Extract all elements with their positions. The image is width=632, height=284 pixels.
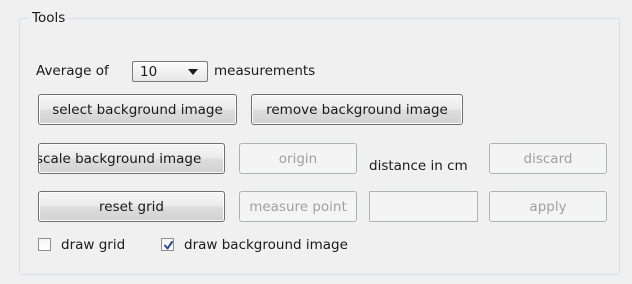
checkmark-icon [164, 241, 173, 250]
reset-grid-button[interactable]: reset grid [38, 191, 225, 222]
discard-button[interactable]: discard [489, 143, 607, 174]
discard-label: discard [523, 150, 573, 167]
apply-button[interactable]: apply [489, 191, 607, 222]
scale-background-image-label: scale background image [38, 150, 202, 167]
origin-label: origin [278, 150, 318, 167]
draw-grid-label: draw grid [61, 237, 126, 253]
chevron-down-icon [188, 69, 198, 75]
reset-grid-label: reset grid [99, 198, 164, 215]
measure-point-label: measure point [249, 198, 347, 215]
select-background-image-button[interactable]: select background image [38, 94, 237, 125]
distance-in-cm-label: distance in cm [369, 158, 468, 174]
draw-background-image-label: draw background image [184, 237, 348, 253]
measurement-count-value: 10 [140, 64, 158, 80]
draw-grid-checkbox[interactable] [38, 238, 51, 251]
scale-background-image-button[interactable]: scale background image [38, 143, 225, 174]
select-background-image-label: select background image [52, 101, 223, 118]
apply-label: apply [529, 198, 567, 215]
remove-background-image-button[interactable]: remove background image [251, 94, 463, 125]
average-of-label: Average of [36, 63, 109, 79]
measurements-label: measurements [214, 63, 316, 79]
measurement-count-dropdown[interactable]: 10 [132, 61, 208, 82]
remove-background-image-label: remove background image [266, 101, 448, 118]
origin-button[interactable]: origin [239, 143, 357, 174]
measure-point-button[interactable]: measure point [239, 191, 357, 222]
draw-background-image-checkbox[interactable] [161, 238, 174, 251]
tools-group-title: Tools [29, 9, 69, 27]
distance-input[interactable] [369, 191, 478, 222]
